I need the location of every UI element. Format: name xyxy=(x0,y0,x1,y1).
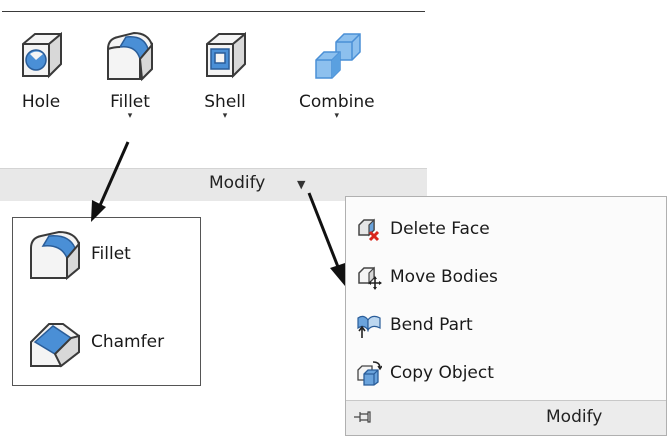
arrow-to-modify-flyout xyxy=(307,192,345,286)
annotation-arrows xyxy=(91,141,345,286)
arrow-to-fillet-flyout xyxy=(91,141,130,222)
